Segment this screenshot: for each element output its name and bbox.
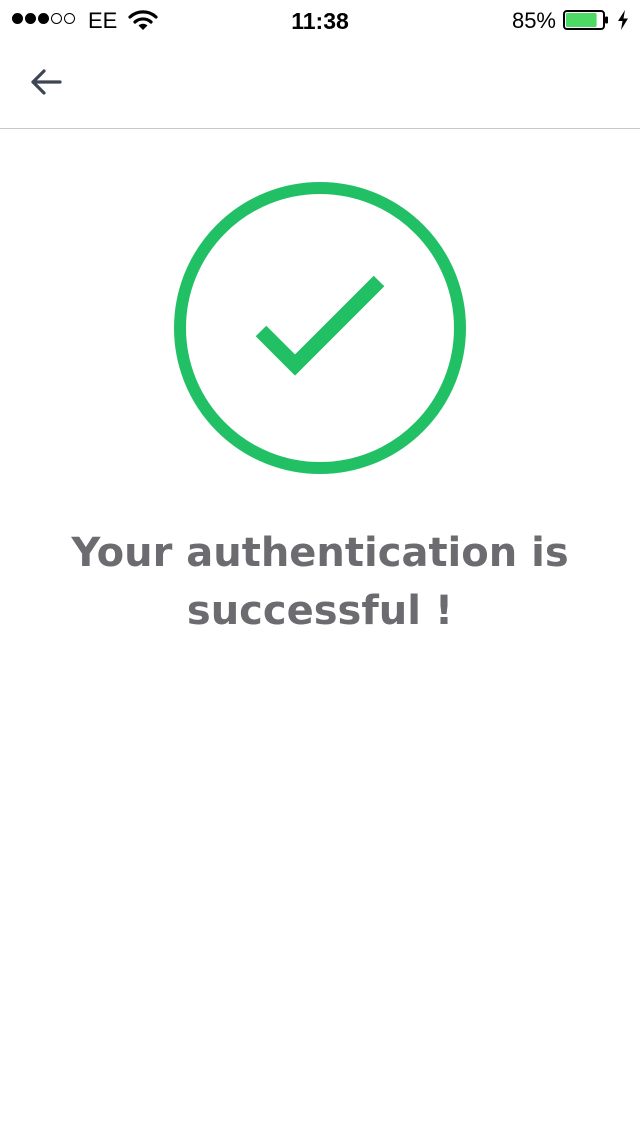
battery-percentage: 85%: [511, 8, 556, 33]
battery-level-fill: [566, 13, 597, 27]
arrow-left-icon: [31, 69, 62, 95]
battery-icon: [563, 10, 608, 30]
back-button[interactable]: [22, 60, 70, 104]
charging-bolt-icon: [618, 10, 628, 30]
status-bar: EE 11:38 85%: [0, 0, 640, 40]
check-circle-icon: [174, 182, 466, 474]
navigation-bar: [0, 40, 640, 129]
success-message: Your authentication is successful !: [71, 530, 569, 634]
